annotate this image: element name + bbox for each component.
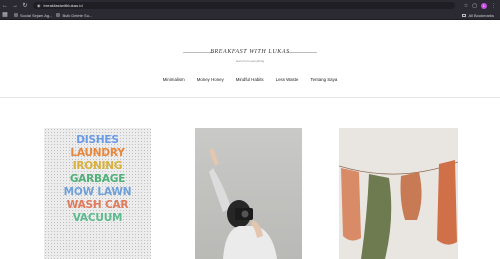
web-page: BREAKFAST WITH LUKAS learn from everythi…: [0, 20, 500, 259]
site-info-icon[interactable]: ◉: [37, 3, 41, 8]
bookmark-item[interactable]: Bulk Delete Su...: [56, 13, 92, 18]
header-divider: [0, 97, 500, 98]
profile-avatar[interactable]: L: [481, 2, 487, 9]
hanging-cloths-photo[interactable]: [339, 128, 458, 259]
chore-word: LAUNDRY: [70, 147, 125, 159]
chore-word: MOW LAWN: [63, 186, 132, 198]
all-bookmarks[interactable]: All Bookmarks: [462, 11, 494, 20]
browser-toolbar: ← → ↻ ◉ breakfastwithlukas.id ☆ ▢ L ⋮: [0, 0, 500, 11]
favicon-icon: [56, 13, 61, 17]
bookmark-star-icon[interactable]: ☆: [464, 3, 468, 9]
favicon-icon: [14, 13, 18, 17]
shirt: [223, 226, 277, 259]
woman-camera-photo[interactable]: [195, 128, 302, 259]
menu-money-honey[interactable]: Money Honey: [197, 77, 224, 82]
address-bar[interactable]: ◉ breakfastwithlukas.id: [33, 2, 455, 9]
forward-icon[interactable]: →: [10, 0, 20, 11]
green-cloth: [361, 174, 392, 259]
chore-word: GARBAGE: [69, 173, 126, 185]
orange-cloth: [437, 160, 457, 245]
main-menu: Minimalism Money Honey Mindful Habits Le…: [0, 77, 500, 82]
orange-cloth: [341, 168, 361, 241]
camera-lens: [241, 210, 249, 218]
chore-word: DISHES: [76, 134, 119, 146]
site-tagline: learn from everything: [235, 59, 265, 63]
url-text: breakfastwithlukas.id: [43, 3, 83, 8]
chore-word: IRONING: [72, 160, 123, 172]
menu-tentang-saya[interactable]: Tentang Saya: [310, 77, 337, 82]
woman-illustration: [209, 148, 277, 259]
chore-word: VACUUM: [72, 212, 123, 224]
menu-minimalism[interactable]: Minimalism: [163, 77, 185, 82]
bookmarks-bar: ▦ Social Sejam Ag... Bulk Delete Su... A…: [0, 11, 500, 20]
menu-mindful-habits[interactable]: Mindful Habits: [236, 77, 264, 82]
reload-icon[interactable]: ↻: [20, 0, 30, 11]
laundry-illustration: [339, 160, 458, 259]
extensions-icon[interactable]: ▢: [472, 3, 477, 9]
site-header: BREAKFAST WITH LUKAS learn from everythi…: [0, 20, 500, 97]
rust-cloth: [400, 172, 422, 220]
chores-pegboard-photo[interactable]: DISHES LAUNDRY IRONING GARBAGE MOW LAWN …: [44, 128, 151, 259]
site-brand[interactable]: BREAKFAST WITH LUKAS: [0, 49, 500, 55]
chore-word: WASH CAR: [66, 199, 129, 211]
bookmark-item[interactable]: Social Sejam Ag...: [14, 13, 52, 18]
folder-icon: [462, 14, 467, 17]
raised-arm: [209, 168, 231, 212]
apps-icon[interactable]: ▦: [0, 10, 10, 21]
menu-less-waste[interactable]: Less Waste: [276, 77, 299, 82]
raised-hand: [209, 148, 219, 166]
menu-icon[interactable]: ⋮: [491, 3, 496, 9]
